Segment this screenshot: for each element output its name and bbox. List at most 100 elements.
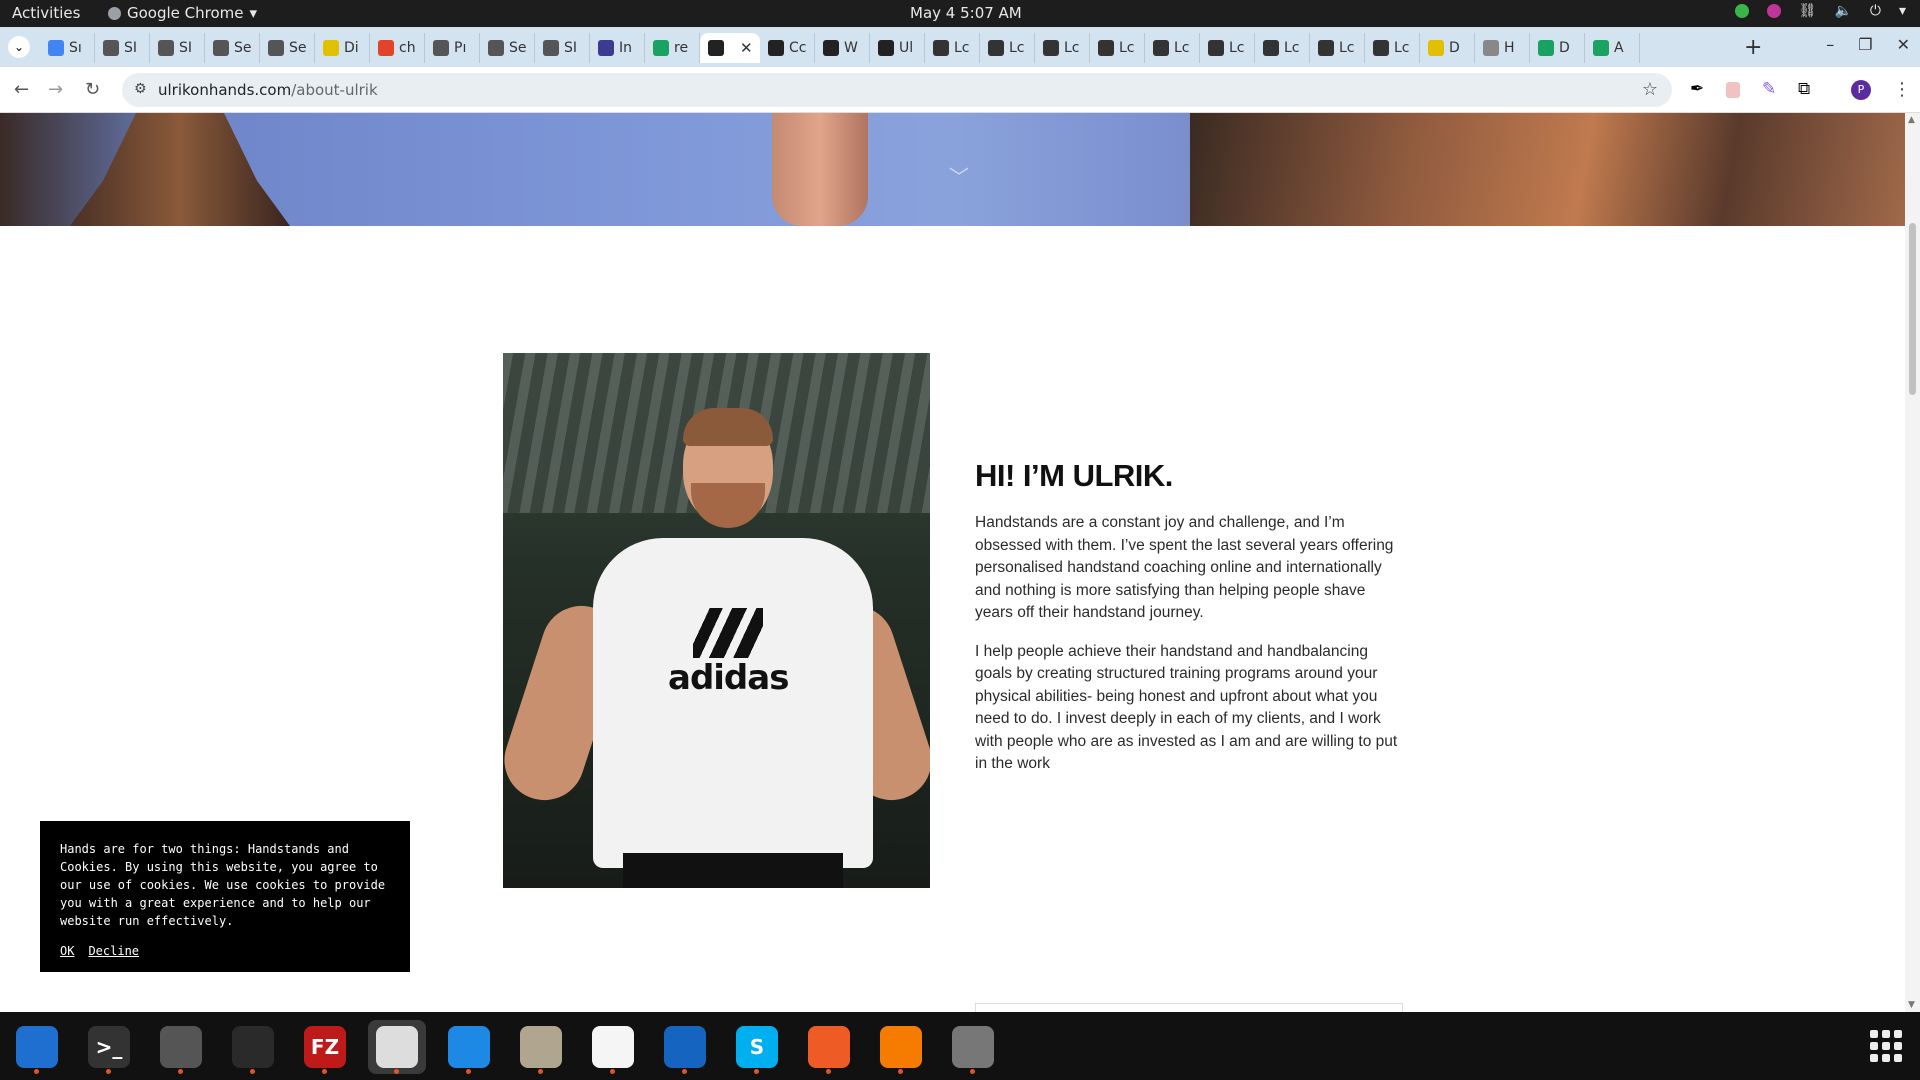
tab-favicon-icon xyxy=(268,40,284,56)
clock[interactable]: May 4 5:07 AM xyxy=(910,4,1022,22)
dock-app-libreoffice-writer[interactable] xyxy=(656,1020,714,1074)
show-apps-grid-icon[interactable] xyxy=(1870,1030,1902,1062)
tab[interactable]: Ul xyxy=(870,33,925,63)
tab[interactable]: re xyxy=(645,33,700,63)
tab[interactable]: SI xyxy=(535,33,590,63)
chevron-down-icon[interactable]: ▾ xyxy=(1899,3,1906,19)
cookie-decline-button[interactable]: Decline xyxy=(88,944,139,958)
activities-button[interactable]: Activities xyxy=(12,4,80,22)
scroll-up-arrow-icon[interactable]: ▲ xyxy=(1908,115,1915,125)
dock-app-thunderbird[interactable] xyxy=(8,1020,66,1074)
tab[interactable]: Lc xyxy=(1090,33,1145,63)
tab-close-icon[interactable]: ✕ xyxy=(740,39,753,57)
tab[interactable]: H xyxy=(1475,33,1530,63)
scrollbar-thumb[interactable] xyxy=(1909,223,1916,395)
dock-app-postman[interactable] xyxy=(800,1020,858,1074)
about-paragraph-2: I help people achieve their handstand an… xyxy=(975,642,1398,773)
tab[interactable]: Se xyxy=(205,33,260,63)
dock-app-skype[interactable]: S xyxy=(728,1020,786,1074)
tab-favicon-icon xyxy=(1593,40,1609,56)
running-indicator xyxy=(610,1069,615,1074)
tab-active[interactable]: ✕ xyxy=(700,33,760,63)
tab-label: Lc xyxy=(1394,40,1410,56)
tab[interactable]: Lc xyxy=(1310,33,1365,63)
close-icon[interactable]: ✕ xyxy=(1897,35,1910,54)
dock-app-files[interactable] xyxy=(512,1020,570,1074)
app-menu[interactable]: Google Chrome ▾ xyxy=(108,4,257,22)
browser-toolbar: ← → ↻ ⚙ ulrikonhands.com/about-ulrik ☆ ✒… xyxy=(0,67,1920,113)
hero-pillar xyxy=(70,113,290,226)
dock-app-firefox-like[interactable] xyxy=(872,1020,930,1074)
system-tray[interactable]: ⛓ 🔈 ⏻ ▾ xyxy=(1734,3,1906,19)
url-text[interactable]: ulrikonhands.com/about-ulrik xyxy=(158,81,378,99)
dock-app-system-monitor[interactable] xyxy=(224,1020,282,1074)
tab-label: Lc xyxy=(1119,40,1135,56)
tab[interactable]: Pı xyxy=(425,33,480,63)
calendar-extension-icon[interactable] xyxy=(1726,82,1740,98)
tab[interactable]: Lc xyxy=(1035,33,1090,63)
tab[interactable]: SI xyxy=(150,33,205,63)
cookie-banner: Hands are for two things: Handstands and… xyxy=(40,821,410,972)
tab[interactable]: Lc xyxy=(980,33,1035,63)
tab[interactable]: Lc xyxy=(1145,33,1200,63)
tab[interactable]: In xyxy=(590,33,645,63)
address-bar[interactable]: ⚙ ulrikonhands.com/about-ulrik ☆ xyxy=(122,73,1672,107)
cookie-ok-button[interactable]: OK xyxy=(60,944,74,958)
menu-kebab-icon[interactable]: ⋮ xyxy=(1893,79,1911,100)
window-controls: – ❐ ✕ xyxy=(1826,35,1910,54)
tab[interactable]: A xyxy=(1585,33,1640,63)
dock-app-chrome[interactable] xyxy=(368,1020,426,1074)
calculator-icon xyxy=(160,1026,202,1068)
tab[interactable]: Lc xyxy=(925,33,980,63)
minimize-icon[interactable]: – xyxy=(1826,35,1834,54)
tab-favicon-icon xyxy=(1098,40,1114,56)
dock-app-filezilla[interactable]: FZ xyxy=(296,1020,354,1074)
dock-app-text-editor[interactable] xyxy=(584,1020,642,1074)
new-tab-button[interactable]: + xyxy=(1744,35,1762,60)
scroll-down-chevron-icon[interactable]: ﹀ xyxy=(949,161,969,190)
dock-app-calculator[interactable] xyxy=(152,1020,210,1074)
power-icon[interactable]: ⏻ xyxy=(1870,3,1881,19)
running-indicator xyxy=(754,1069,759,1074)
dock-app-disk-utility[interactable] xyxy=(944,1020,1002,1074)
tab[interactable]: W xyxy=(815,33,870,63)
reload-icon[interactable]: ↻ xyxy=(85,79,100,100)
tab[interactable]: Di xyxy=(315,33,370,63)
eyedropper-extension-icon[interactable]: ✒ xyxy=(1690,79,1710,99)
tab[interactable]: ch xyxy=(370,33,425,63)
profile-avatar[interactable]: P xyxy=(1851,80,1871,100)
tab[interactable]: D xyxy=(1530,33,1585,63)
tab-search-button[interactable]: ⌄ xyxy=(8,36,30,58)
scroll-down-arrow-icon[interactable]: ▼ xyxy=(1908,1000,1915,1010)
extension-tray-icon[interactable] xyxy=(1766,4,1781,18)
tab-label: SI xyxy=(124,40,138,56)
photo-shirt xyxy=(593,538,873,868)
tab[interactable]: Se xyxy=(480,33,535,63)
network-icon[interactable]: ⛓ xyxy=(1799,3,1817,19)
tab[interactable]: D xyxy=(1420,33,1475,63)
dock-app-terminal[interactable]: >_ xyxy=(80,1020,138,1074)
tab-label: Lc xyxy=(1339,40,1355,56)
site-info-icon[interactable]: ⚙ xyxy=(134,81,147,97)
dock-app-vscode[interactable] xyxy=(440,1020,498,1074)
bookmark-star-icon[interactable]: ☆ xyxy=(1642,79,1658,100)
extensions-puzzle-icon[interactable]: ⧉ xyxy=(1798,79,1818,99)
tab-label: Cc xyxy=(789,40,807,56)
about-heading: HI! I’M ULRIK. xyxy=(975,458,1173,493)
pen-extension-icon[interactable]: ✎ xyxy=(1762,79,1782,99)
tab[interactable]: Lc xyxy=(1255,33,1310,63)
tab-label: D xyxy=(1559,40,1570,56)
tab[interactable]: Lc xyxy=(1365,33,1420,63)
update-icon[interactable] xyxy=(1734,4,1749,18)
running-indicator xyxy=(250,1069,255,1074)
forward-icon[interactable]: → xyxy=(48,79,63,100)
tab[interactable]: Sı xyxy=(40,33,95,63)
tab[interactable]: Se xyxy=(260,33,315,63)
tab[interactable]: Lc xyxy=(1200,33,1255,63)
tab[interactable]: SI xyxy=(95,33,150,63)
volume-icon[interactable]: 🔈 xyxy=(1834,3,1851,19)
tab[interactable]: Cc xyxy=(760,33,815,63)
maximize-icon[interactable]: ❐ xyxy=(1858,35,1872,54)
page-scrollbar[interactable]: ▲ ▼ xyxy=(1905,113,1920,1012)
back-icon[interactable]: ← xyxy=(14,79,29,100)
